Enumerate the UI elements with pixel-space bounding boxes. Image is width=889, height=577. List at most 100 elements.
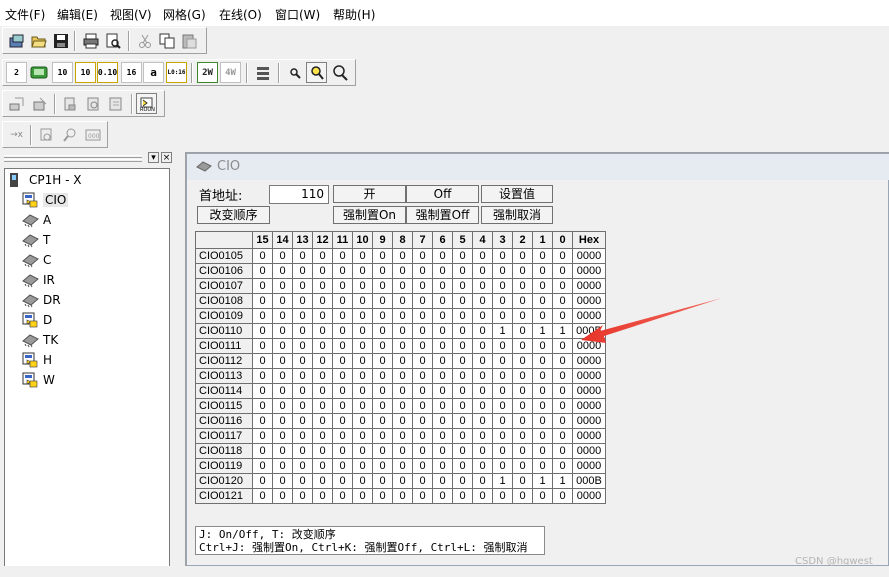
- bit-cell[interactable]: 0: [272, 248, 293, 264]
- bit-cell[interactable]: 0: [412, 368, 433, 384]
- bit-cell[interactable]: 0: [552, 278, 573, 294]
- bit-cell[interactable]: 0: [272, 443, 293, 459]
- word-4-icon[interactable]: 4W: [220, 62, 241, 83]
- bit-cell[interactable]: 0: [492, 278, 513, 294]
- bit-cell[interactable]: 0: [252, 323, 273, 339]
- force-on-button[interactable]: 强制置On: [333, 206, 406, 224]
- bit-cell[interactable]: 0: [472, 293, 493, 309]
- bit-cell[interactable]: 0: [412, 428, 433, 444]
- bit-cell[interactable]: 0: [392, 383, 413, 399]
- bit-cell[interactable]: 0: [432, 308, 453, 324]
- bit-cell[interactable]: 0: [332, 338, 353, 354]
- bit-cell[interactable]: 0: [352, 488, 373, 504]
- bit-cell[interactable]: 0: [352, 398, 373, 414]
- floating-icon[interactable]: L0:16: [166, 62, 187, 83]
- bit-cell[interactable]: 0: [252, 428, 273, 444]
- bit-cell[interactable]: 0: [392, 488, 413, 504]
- hex-cell[interactable]: 0000: [572, 248, 606, 264]
- bit-cell[interactable]: 0: [512, 458, 533, 474]
- bit-cell[interactable]: 0: [452, 353, 473, 369]
- bit-cell[interactable]: 0: [352, 248, 373, 264]
- save-icon[interactable]: [50, 30, 71, 51]
- bit-cell[interactable]: 0: [312, 263, 333, 279]
- bit-cell[interactable]: 0: [472, 428, 493, 444]
- bit-cell[interactable]: 0: [392, 308, 413, 324]
- bit-cell[interactable]: 0: [292, 278, 313, 294]
- bit-cell[interactable]: 0: [372, 458, 393, 474]
- bit-cell[interactable]: 0: [532, 278, 553, 294]
- bit-cell[interactable]: 1: [552, 473, 573, 489]
- bit-cell[interactable]: 0: [432, 248, 453, 264]
- bit-cell[interactable]: 0: [312, 338, 333, 354]
- bit-cell[interactable]: 0: [552, 353, 573, 369]
- bit-cell[interactable]: 0: [272, 413, 293, 429]
- hex-cell[interactable]: 0000: [572, 413, 606, 429]
- bit-cell[interactable]: 0: [272, 368, 293, 384]
- bit-cell[interactable]: 0: [392, 278, 413, 294]
- bit-cell[interactable]: 0: [512, 353, 533, 369]
- bit-cell[interactable]: 0: [552, 248, 573, 264]
- bit-cell[interactable]: 0: [492, 413, 513, 429]
- bit-cell[interactable]: 0: [332, 353, 353, 369]
- menu-window[interactable]: 窗口(W): [275, 6, 320, 23]
- bit-cell[interactable]: 0: [372, 398, 393, 414]
- bit-cell[interactable]: 0: [492, 383, 513, 399]
- bit-cell[interactable]: 0: [252, 263, 273, 279]
- bit-cell[interactable]: 0: [512, 308, 533, 324]
- bit-cell[interactable]: 0: [412, 338, 433, 354]
- bit-cell[interactable]: 0: [512, 278, 533, 294]
- bit-cell[interactable]: 1: [532, 323, 553, 339]
- bit-cell[interactable]: 0: [272, 458, 293, 474]
- bit-cell[interactable]: 0: [312, 278, 333, 294]
- bit-cell[interactable]: 0: [512, 398, 533, 414]
- bit-cell[interactable]: 0: [492, 263, 513, 279]
- bit-cell[interactable]: 0: [272, 428, 293, 444]
- bit-cell[interactable]: 0: [492, 338, 513, 354]
- decimal-icon[interactable]: 10: [52, 62, 73, 83]
- bit-cell[interactable]: 0: [532, 413, 553, 429]
- bit-cell[interactable]: 0: [252, 338, 273, 354]
- bit-cell[interactable]: 0: [272, 308, 293, 324]
- tree-item-dr[interactable]: DR: [21, 291, 61, 309]
- bit-cell[interactable]: 0: [512, 368, 533, 384]
- bit-cell[interactable]: 0: [552, 458, 573, 474]
- bit-cell[interactable]: 0: [292, 428, 313, 444]
- bit-cell[interactable]: 0: [432, 443, 453, 459]
- bit-cell[interactable]: 0: [552, 398, 573, 414]
- bit-cell[interactable]: 0: [392, 398, 413, 414]
- bit-cell[interactable]: 0: [532, 263, 553, 279]
- hex-cell[interactable]: 0000: [572, 263, 606, 279]
- bit-cell[interactable]: 0: [332, 428, 353, 444]
- hex-cell[interactable]: 0000: [572, 383, 606, 399]
- bit-cell[interactable]: 0: [432, 383, 453, 399]
- bit-cell[interactable]: 0: [472, 458, 493, 474]
- bit-cell[interactable]: 0: [292, 353, 313, 369]
- bit-cell[interactable]: 0: [372, 308, 393, 324]
- off-button[interactable]: Off: [406, 185, 479, 203]
- bit-cell[interactable]: 0: [252, 383, 273, 399]
- bit-cell[interactable]: 0: [412, 473, 433, 489]
- bit-cell[interactable]: 0: [292, 398, 313, 414]
- bit-cell[interactable]: 0: [312, 248, 333, 264]
- bit-cell[interactable]: 0: [472, 323, 493, 339]
- bit-cell[interactable]: 0: [312, 413, 333, 429]
- bit-cell[interactable]: 0: [312, 398, 333, 414]
- bit-cell[interactable]: 0: [532, 458, 553, 474]
- hex-cell[interactable]: 0000: [572, 338, 606, 354]
- on-button[interactable]: 开: [333, 185, 406, 203]
- bit-cell[interactable]: 0: [392, 473, 413, 489]
- bit-cell[interactable]: 0: [392, 458, 413, 474]
- bit-cell[interactable]: 0: [372, 413, 393, 429]
- bit-cell[interactable]: 0: [252, 473, 273, 489]
- bit-cell[interactable]: 0: [412, 383, 433, 399]
- bit-cell[interactable]: 0: [432, 323, 453, 339]
- bit-cell[interactable]: 0: [472, 473, 493, 489]
- bit-cell[interactable]: 0: [452, 293, 473, 309]
- bit-cell[interactable]: 0: [372, 293, 393, 309]
- bit-cell[interactable]: 0: [352, 473, 373, 489]
- bit-cell[interactable]: 0: [392, 338, 413, 354]
- bit-cell[interactable]: 0: [252, 398, 273, 414]
- bit-cell[interactable]: 0: [532, 488, 553, 504]
- force-cancel-button[interactable]: 强制取消: [481, 206, 553, 224]
- bit-cell[interactable]: 0: [372, 248, 393, 264]
